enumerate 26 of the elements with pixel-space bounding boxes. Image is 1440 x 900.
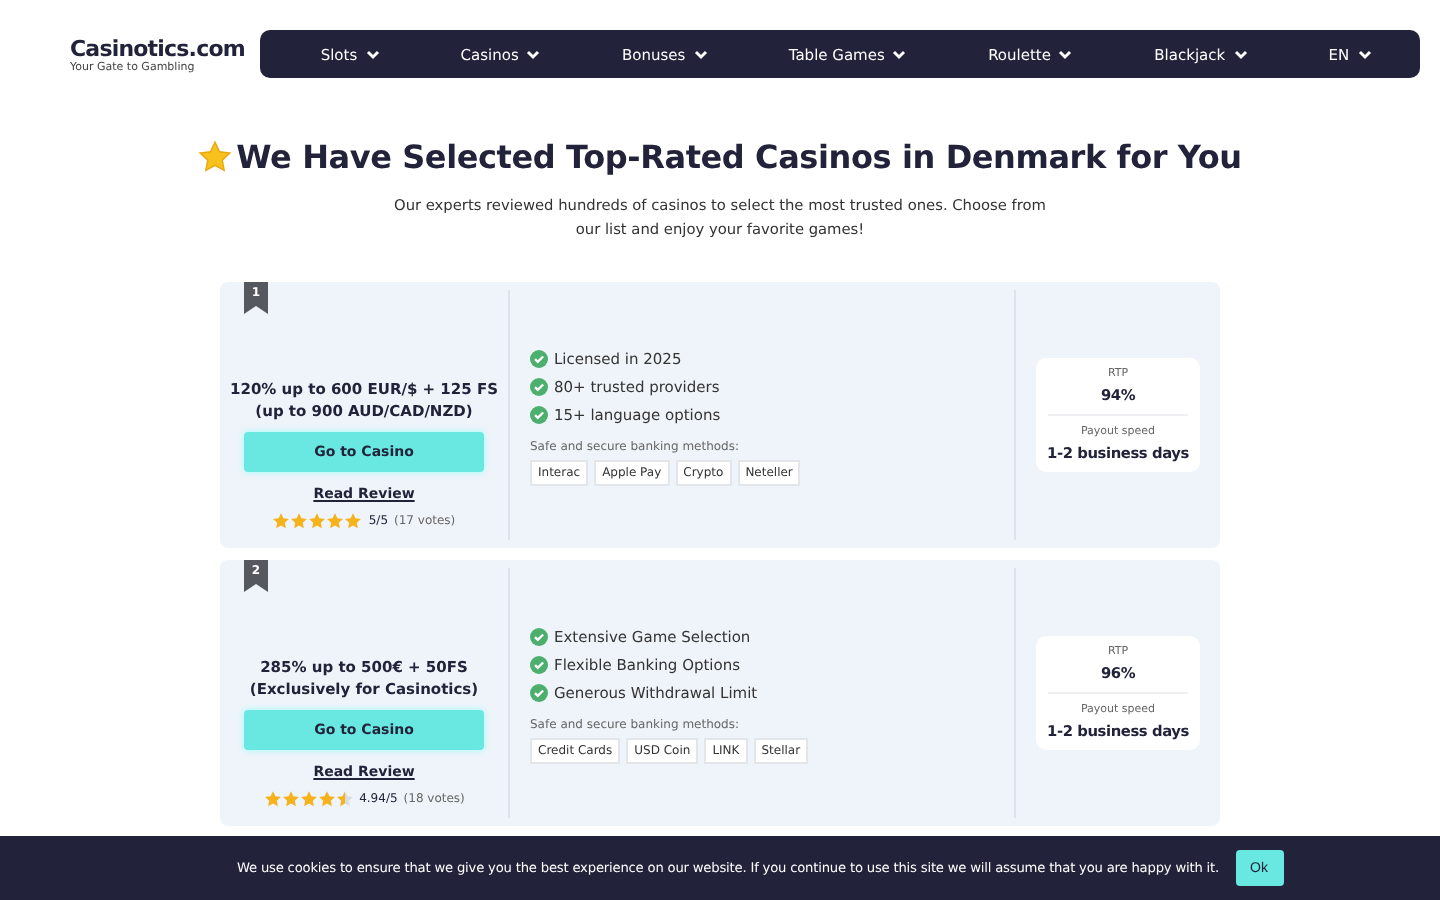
- check-icon: [530, 377, 548, 395]
- site-logo[interactable]: Casinotics.com: [70, 35, 245, 61]
- page-heading: We Have Selected Top-Rated Casinos in Denmark for You: [236, 138, 1242, 176]
- rating-star-icon: [344, 512, 363, 530]
- rating-star-icon: [272, 512, 291, 530]
- rating-star-icon: [299, 790, 318, 808]
- rating-star-icon: [308, 512, 327, 530]
- check-icon: [530, 349, 548, 367]
- chevron-down-icon: [693, 49, 708, 59]
- star-icon: [198, 140, 233, 174]
- chevron-down-icon: [365, 49, 380, 59]
- rating-star-icon: [290, 512, 309, 530]
- rating-star-icon: [263, 790, 282, 808]
- rating-star-icon: [317, 790, 336, 808]
- check-icon: [530, 683, 548, 701]
- chevron-down-icon: [1233, 49, 1248, 59]
- chevron-down-icon: [1357, 49, 1372, 59]
- chevron-down-icon: [892, 49, 907, 59]
- rating-star-icon: [335, 790, 354, 808]
- rating-star-icon: [326, 512, 345, 530]
- chevron-down-icon: [526, 49, 541, 59]
- check-icon: [530, 655, 548, 673]
- chevron-down-icon: [1058, 49, 1073, 59]
- check-icon: [530, 405, 548, 423]
- rating-star-icon: [281, 790, 300, 808]
- check-icon: [530, 627, 548, 645]
